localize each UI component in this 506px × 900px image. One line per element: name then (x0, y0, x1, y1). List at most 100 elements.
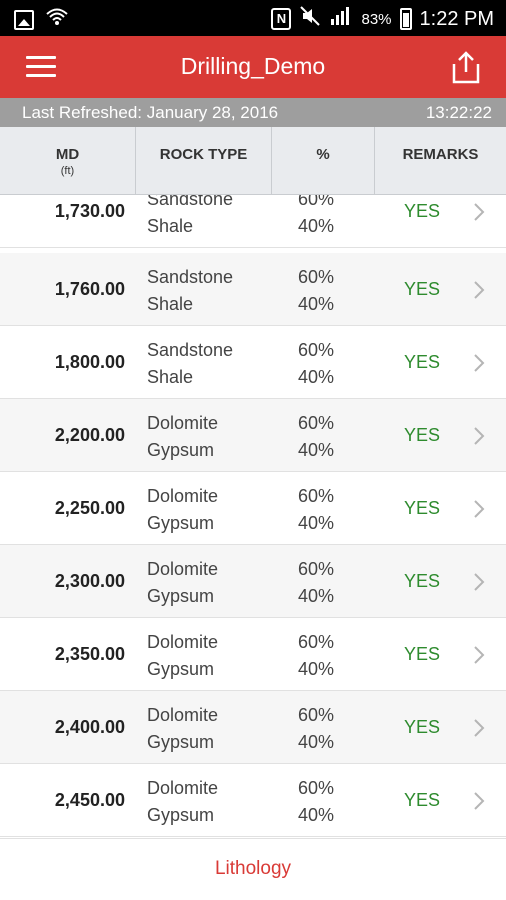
signal-icon (329, 5, 353, 33)
column-header-rock-type[interactable]: ROCK TYPE (136, 127, 271, 195)
clock: 1:22 PM (419, 7, 494, 30)
percent-cell: 60% 40% (298, 410, 334, 464)
column-header-md[interactable]: MD (ft) (0, 127, 135, 195)
table-row[interactable]: 2,450.00 Dolomite Gypsum 60% 40% YES (0, 764, 506, 837)
rock-type-primary: Dolomite (147, 778, 219, 798)
rock-type-secondary: Gypsum (147, 440, 215, 460)
chevron-right-icon (474, 281, 485, 299)
table-row[interactable]: 2,300.00 Dolomite Gypsum 60% 40% YES (0, 545, 506, 618)
column-header-md-label: MD (55, 146, 80, 163)
rock-type-secondary: Gypsum (147, 659, 215, 679)
refresh-bar: Last Refreshed: January 28, 2016 13:22:2… (0, 98, 506, 127)
rock-type-cell: Dolomite Gypsum (147, 483, 218, 537)
rock-type-primary: Sandstone (147, 195, 234, 209)
md-value: 2,450.00 (54, 790, 125, 810)
rock-type-secondary: Gypsum (147, 805, 215, 825)
battery-percentage: 83% (361, 10, 392, 28)
rock-type-secondary: Gypsum (147, 513, 215, 533)
chevron-right-icon (474, 573, 485, 591)
chevron-right-icon (474, 646, 485, 664)
rock-type-primary: Dolomite (147, 632, 219, 652)
remarks-value: YES (404, 790, 441, 810)
table-row[interactable]: 1,730.00 Sandstone Shale 60% 40% YES (0, 195, 506, 248)
percent-primary: 60% (298, 559, 335, 579)
md-value: 2,250.00 (54, 498, 125, 518)
rock-type-secondary: Shale (147, 367, 194, 387)
percent-cell: 60% 40% (298, 337, 334, 391)
rock-type-primary: Dolomite (147, 705, 219, 725)
percent-secondary: 40% (298, 805, 335, 825)
percent-cell: 60% 40% (298, 629, 334, 683)
chevron-right-icon (474, 354, 485, 372)
rock-type-cell: Sandstone Shale (147, 195, 233, 240)
percent-secondary: 40% (298, 294, 335, 314)
table-row[interactable]: 2,200.00 Dolomite Gypsum 60% 40% YES (0, 399, 506, 472)
app-bar: Drilling_Demo (0, 36, 506, 98)
remarks-value: YES (404, 352, 441, 372)
chevron-right-icon (474, 719, 485, 737)
rock-type-secondary: Shale (147, 216, 194, 236)
percent-primary: 60% (298, 195, 335, 209)
percent-secondary: 40% (298, 586, 335, 606)
remarks-value: YES (404, 201, 441, 221)
image-icon (14, 9, 34, 30)
share-icon[interactable] (450, 50, 482, 84)
percent-cell: 60% 40% (298, 556, 334, 610)
rock-type-cell: Dolomite Gypsum (147, 775, 218, 829)
percent-cell: 60% 40% (298, 264, 334, 318)
percent-primary: 60% (298, 632, 335, 652)
table-row[interactable]: 2,350.00 Dolomite Gypsum 60% 40% YES (0, 618, 506, 691)
remarks-value: YES (404, 571, 441, 591)
last-refreshed-date: January 28, 2016 (146, 103, 279, 122)
rock-type-secondary: Gypsum (147, 732, 215, 752)
remarks-value: YES (404, 498, 441, 518)
column-header-md-unit: (ft) (60, 165, 75, 177)
rock-type-primary: Dolomite (147, 486, 219, 506)
rock-type-cell: Dolomite Gypsum (147, 410, 218, 464)
column-header-percent[interactable]: % (272, 127, 374, 195)
app-title: Drilling_Demo (180, 53, 326, 79)
md-value: 1,760.00 (54, 279, 125, 299)
percent-secondary: 40% (298, 659, 335, 679)
table-row[interactable]: 2,250.00 Dolomite Gypsum 60% 40% YES (0, 472, 506, 545)
remarks-value: YES (404, 717, 441, 737)
status-left-icons (14, 7, 68, 32)
percent-primary: 60% (298, 413, 335, 433)
md-value: 1,800.00 (54, 352, 125, 372)
percent-primary: 60% (298, 778, 335, 798)
chevron-right-icon (474, 203, 485, 221)
nfc-icon: N (271, 8, 292, 30)
status-right-icons: N 83% 1:22 PM (271, 5, 494, 33)
table-header: MD (ft) ROCK TYPE % REMARKS (0, 127, 506, 195)
md-value: 2,200.00 (54, 425, 125, 445)
percent-primary: 60% (298, 486, 335, 506)
remarks-value: YES (404, 644, 441, 664)
column-header-remarks[interactable]: REMARKS (375, 127, 506, 195)
percent-secondary: 40% (298, 732, 335, 752)
chevron-right-icon (474, 792, 485, 810)
chevron-right-icon (474, 427, 485, 445)
rock-type-secondary: Shale (147, 294, 194, 314)
last-refreshed: Last Refreshed: January 28, 2016 (22, 103, 278, 123)
percent-primary: 60% (298, 267, 335, 287)
percent-primary: 60% (298, 705, 335, 725)
status-bar: N 83% 1:22 PM (0, 0, 506, 36)
rock-type-cell: Dolomite Gypsum (147, 702, 218, 756)
table-row[interactable]: 1,760.00 Sandstone Shale 60% 40% YES (0, 253, 506, 326)
percent-cell: 60% 40% (298, 702, 334, 756)
rock-type-cell: Sandstone Shale (147, 337, 233, 391)
rock-type-primary: Dolomite (147, 559, 219, 579)
percent-secondary: 40% (298, 367, 335, 387)
md-value: 2,300.00 (54, 571, 125, 591)
table-row[interactable]: 1,800.00 Sandstone Shale 60% 40% YES (0, 326, 506, 399)
percent-secondary: 40% (298, 513, 335, 533)
mute-icon (299, 5, 321, 33)
lithology-table-body[interactable]: 1,730.00 Sandstone Shale 60% 40% YES 1,760… (0, 195, 506, 838)
remarks-value: YES (404, 279, 441, 299)
tab-lithology[interactable]: Lithology (0, 858, 506, 880)
percent-secondary: 40% (298, 216, 335, 236)
table-row[interactable]: 2,400.00 Dolomite Gypsum 60% 40% YES (0, 691, 506, 764)
md-value: 2,350.00 (54, 644, 125, 664)
rock-type-primary: Dolomite (147, 413, 219, 433)
chevron-right-icon (474, 500, 485, 518)
